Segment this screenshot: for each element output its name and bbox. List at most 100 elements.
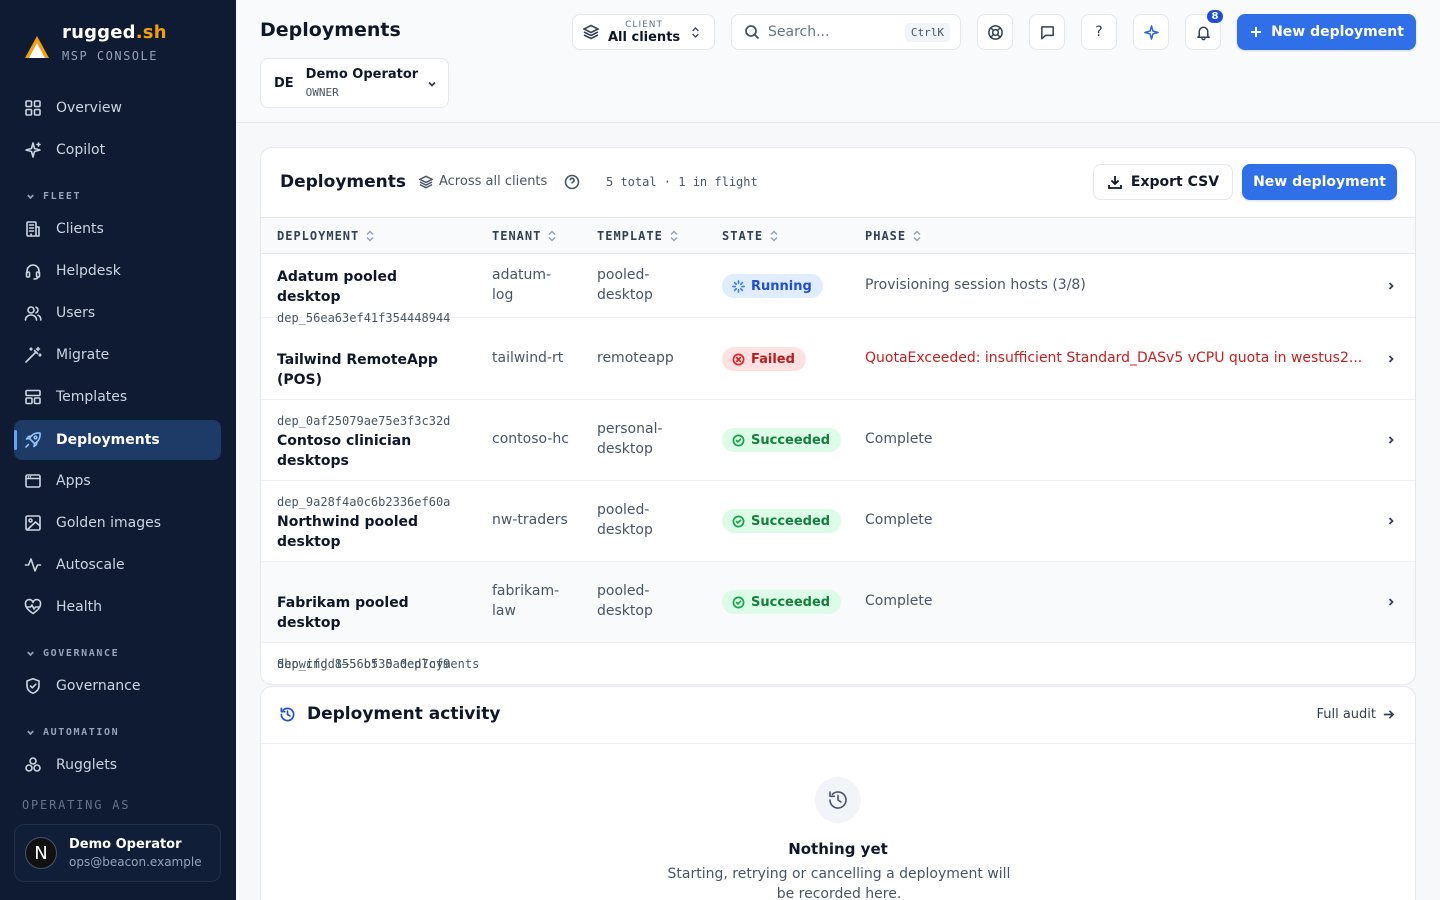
search-icon — [745, 25, 760, 40]
template-cell: pooled- desktop — [597, 583, 653, 619]
chevron-right-icon[interactable] — [1385, 434, 1397, 446]
image-icon — [25, 515, 41, 531]
section-fleet[interactable]: FLEET — [26, 191, 81, 202]
sidebar-item-health[interactable]: Health — [14, 587, 221, 627]
empty-state-icon — [815, 777, 861, 823]
sidebar-item-label: Clients — [56, 221, 104, 237]
status-badge: Failed — [722, 347, 806, 371]
operator-selector[interactable]: DE Demo Operator OWNER — [260, 58, 449, 108]
card-title: Deployments — [280, 172, 406, 192]
table-row[interactable]: Northwind pooled desktop dep_00ce83da77f… — [261, 481, 1415, 590]
section-automation[interactable]: AUTOMATION — [26, 727, 119, 738]
tenant-cell: tailwind-rt — [492, 350, 564, 366]
sidebar-item-rugglets[interactable]: Rugglets — [14, 745, 221, 785]
x-circle-icon — [732, 353, 745, 365]
table-row[interactable]: Adatum pooled desktop dep_56ea63ef41f354… — [261, 254, 1415, 325]
page-title: Deployments — [260, 19, 401, 41]
sparkle-icon — [25, 142, 41, 158]
sidebar-item-golden-images[interactable]: Golden images — [14, 503, 221, 543]
export-csv-button[interactable]: Export CSV — [1093, 164, 1233, 200]
top-bar: Deployments CLIENT All clients CtrlK ? 8… — [236, 0, 1440, 123]
chevron-down-icon — [428, 81, 436, 87]
check-circle-icon — [732, 596, 745, 608]
phase-cell: Provisioning session hosts (3/8) — [865, 277, 1086, 293]
sidebar-item-label: Autoscale — [56, 557, 125, 573]
chevron-right-icon[interactable] — [1385, 280, 1397, 292]
sort-icon — [770, 230, 778, 242]
column-state[interactable]: STATE — [722, 229, 779, 243]
check-circle-icon — [732, 434, 745, 446]
operator-name: Demo Operator — [305, 67, 419, 82]
chevron-updown-icon — [692, 26, 699, 38]
chevron-right-icon[interactable] — [1385, 353, 1397, 365]
sidebar-item-autoscale[interactable]: Autoscale — [14, 545, 221, 585]
client-selector[interactable]: CLIENT All clients — [572, 14, 715, 50]
section-governance[interactable]: GOVERNANCE — [26, 648, 119, 659]
sidebar-item-clients[interactable]: Clients — [14, 209, 221, 249]
deployments-card: Deployments Across all clients 5 total ·… — [260, 147, 1416, 685]
scope-label: Across all clients — [419, 174, 547, 189]
phase-cell: QuotaExceeded: insufficient Standard_DAS… — [865, 350, 1363, 366]
modules-icon — [25, 757, 41, 772]
chevron-down-icon — [27, 194, 34, 200]
status-badge: Succeeded — [722, 509, 842, 533]
help-circle-icon[interactable] — [564, 174, 580, 190]
sort-icon — [913, 230, 921, 242]
client-label: CLIENT — [625, 19, 664, 30]
sidebar-item-label: Overview — [56, 100, 122, 116]
sparkle-icon — [1143, 24, 1159, 40]
chevron-down-icon — [27, 730, 34, 736]
sidebar-item-apps[interactable]: Apps — [14, 461, 221, 501]
table-row[interactable]: Fabrikam pooled desktop dep_cfdd8556b530… — [261, 562, 1415, 671]
layers-icon — [583, 24, 599, 40]
download-icon — [1108, 176, 1122, 189]
brand[interactable]: rugged.sh MSP CONSOLE — [24, 22, 167, 63]
chevron-right-icon[interactable] — [1385, 596, 1397, 608]
search-input[interactable] — [768, 24, 893, 40]
activity-title: Deployment activity — [307, 704, 501, 724]
table-row[interactable]: Contoso clinician desktops dep_9a28f4a0c… — [261, 400, 1415, 509]
deployment-activity-card: Deployment activity Full audit Nothing y… — [260, 686, 1416, 900]
pagination-summary: Showing 1–5 of 5 deployments — [277, 657, 480, 671]
logo-icon — [25, 36, 49, 58]
sidebar-item-label: Templates — [56, 389, 128, 405]
user-card[interactable]: N Demo Operator ops@beacon.example — [14, 824, 221, 882]
chevron-right-icon[interactable] — [1385, 515, 1397, 527]
grid-icon — [25, 100, 41, 116]
chevron-down-icon — [27, 651, 34, 657]
sidebar-item-governance[interactable]: Governance — [14, 666, 221, 706]
new-deployment-button[interactable]: New deployment — [1237, 14, 1416, 50]
search-box[interactable]: CtrlK — [731, 14, 961, 50]
tenant-cell: contoso-hc — [492, 431, 569, 447]
sidebar-item-migrate[interactable]: Migrate — [14, 335, 221, 375]
notifications-button[interactable]: 8 — [1185, 10, 1223, 50]
operator-initials: DE — [274, 75, 294, 91]
sidebar-item-copilot[interactable]: Copilot — [14, 130, 221, 170]
column-phase[interactable]: PHASE — [865, 229, 922, 243]
feedback-button[interactable] — [1029, 14, 1065, 50]
full-audit-link[interactable]: Full audit — [1316, 707, 1395, 722]
column-deployment[interactable]: DEPLOYMENT — [277, 229, 375, 243]
sidebar-item-label: Governance — [56, 678, 141, 694]
brand-subtitle: MSP CONSOLE — [62, 49, 158, 63]
operating-as-label: OPERATING AS — [22, 798, 131, 812]
sidebar-item-overview[interactable]: Overview — [14, 88, 221, 128]
column-template[interactable]: TEMPLATE — [597, 229, 679, 243]
sidebar-item-label: Health — [56, 599, 102, 615]
tenant-cell: nw-traders — [492, 512, 568, 528]
sidebar-item-templates[interactable]: Templates — [14, 377, 221, 417]
copilot-button[interactable] — [1133, 14, 1169, 50]
sidebar-item-label: Apps — [56, 473, 91, 489]
sidebar-item-helpdesk[interactable]: Helpdesk — [14, 251, 221, 291]
sidebar-item-label: Deployments — [56, 432, 160, 448]
sidebar-item-deployments[interactable]: Deployments — [14, 420, 221, 460]
activity-icon — [24, 558, 42, 572]
new-deployment-button-secondary[interactable]: New deployment — [1242, 164, 1397, 200]
help-button[interactable]: ? — [1081, 14, 1117, 50]
sidebar: rugged.sh MSP CONSOLE Overview Copilot F… — [0, 0, 236, 900]
search-shortcut: CtrlK — [904, 22, 950, 42]
table-row[interactable]: Tailwind RemoteApp (POS) dep_0af25079ae7… — [261, 318, 1415, 428]
sidebar-item-users[interactable]: Users — [14, 293, 221, 333]
support-button[interactable] — [977, 14, 1013, 50]
column-tenant[interactable]: TENANT — [492, 229, 557, 243]
